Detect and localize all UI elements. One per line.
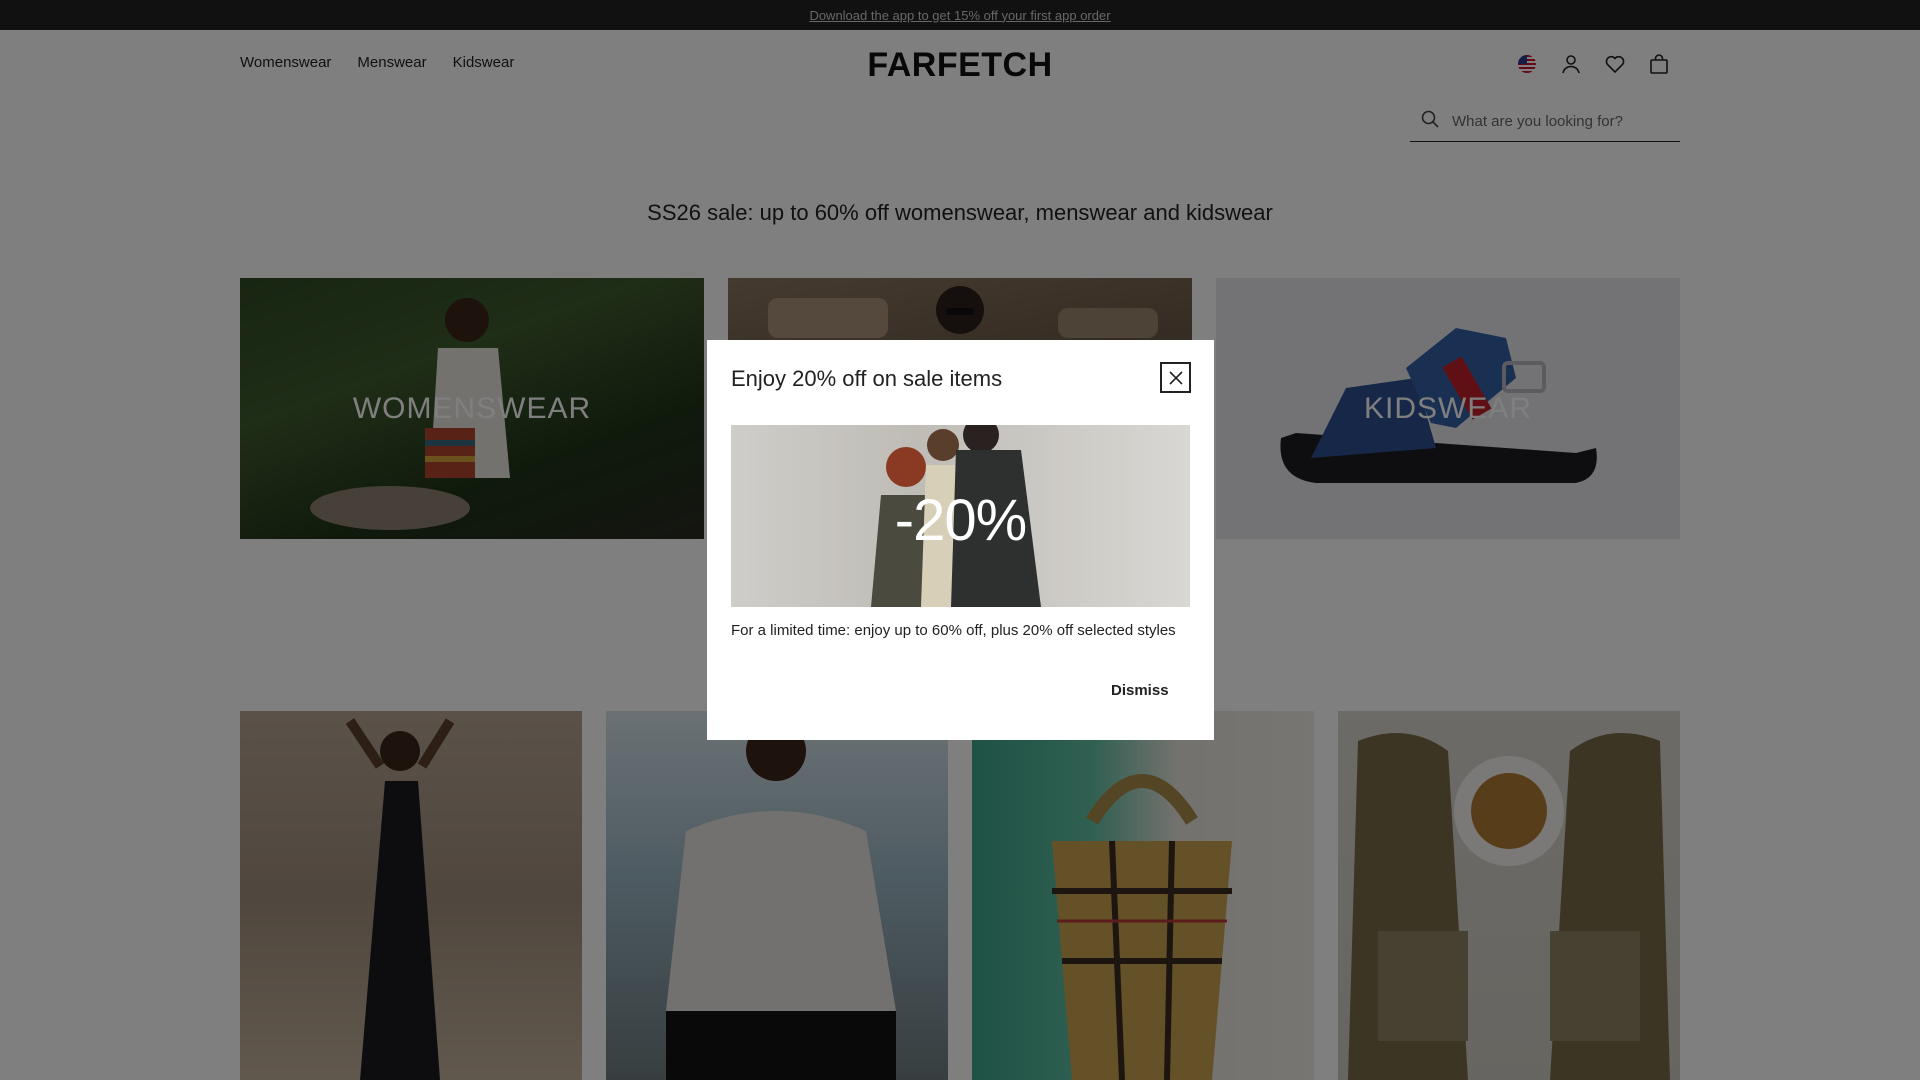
modal-promo-image: -20%: [731, 425, 1190, 607]
close-icon: [1168, 370, 1183, 385]
modal-title: Enjoy 20% off on sale items: [731, 366, 1003, 391]
close-button[interactable]: [1160, 362, 1191, 393]
modal-body-text: For a limited time: enjoy up to 60% off,…: [731, 622, 1176, 639]
dismiss-button[interactable]: Dismiss: [1111, 682, 1169, 699]
promo-modal: Enjoy 20% off on sale items -20% For a l…: [707, 340, 1214, 740]
discount-text: -20%: [894, 488, 1027, 553]
